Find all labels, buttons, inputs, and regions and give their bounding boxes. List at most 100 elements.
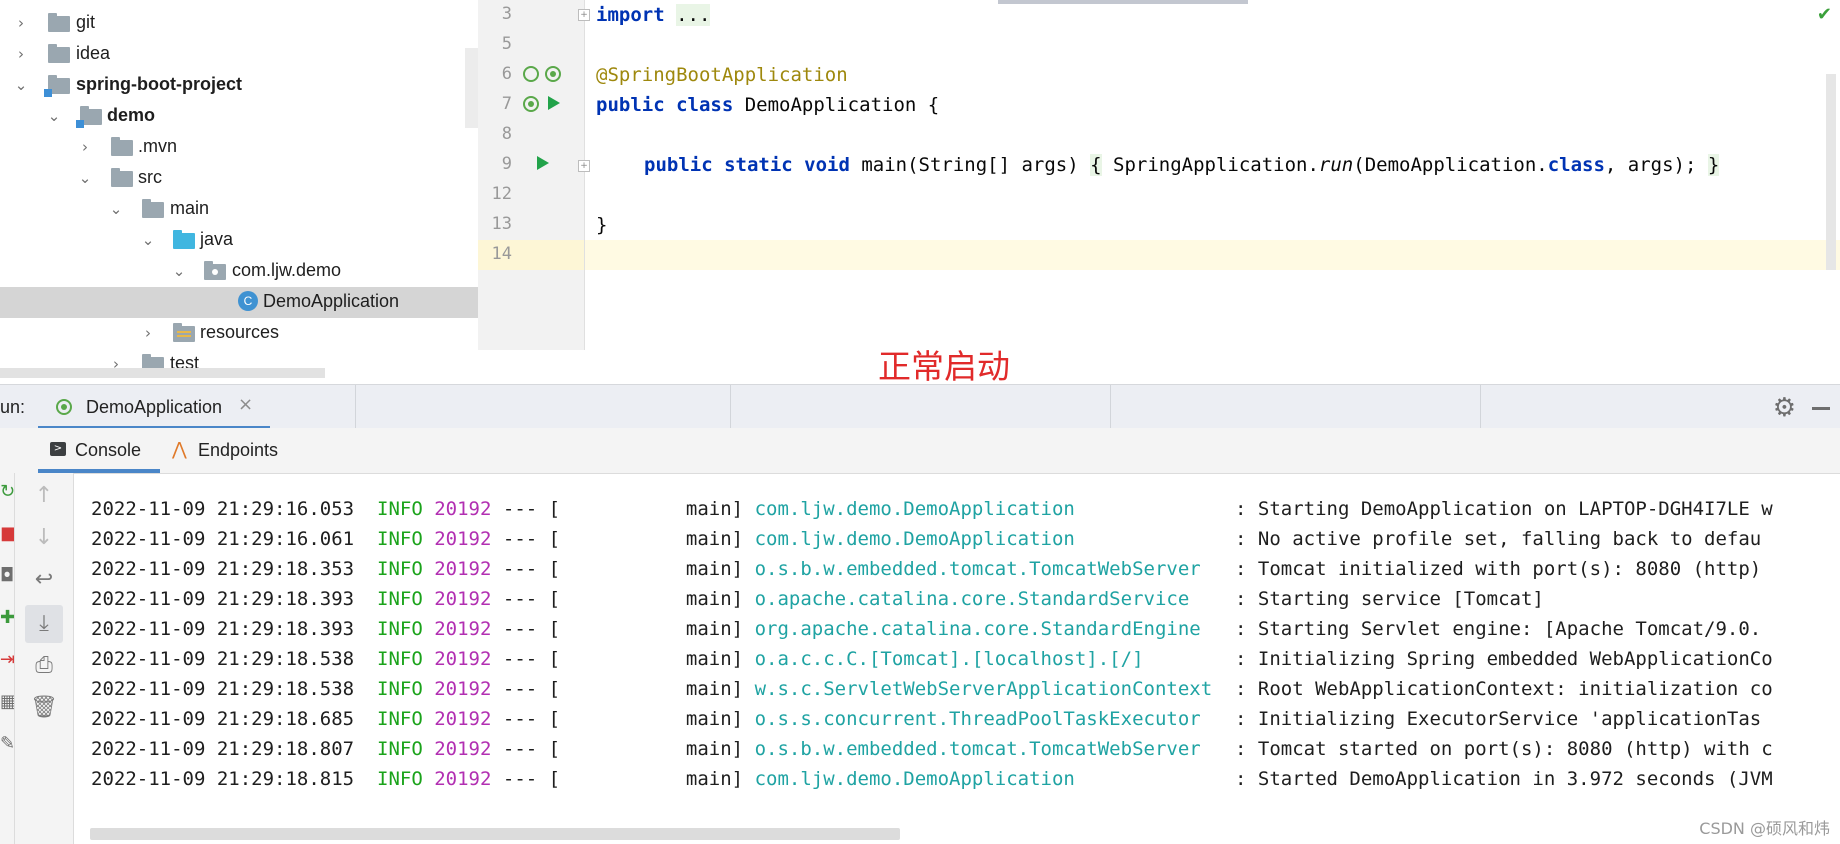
spring-bean-icon[interactable] bbox=[523, 66, 539, 82]
tree-item-demoapplication[interactable]: C DemoApplication bbox=[0, 287, 478, 318]
folder-icon bbox=[48, 13, 70, 32]
chevron-down-icon[interactable]: ⌄ bbox=[107, 199, 125, 219]
log-row: 2022-11-09 21:29:18.538 INFO 20192 --- [… bbox=[91, 678, 1773, 700]
close-icon[interactable]: × bbox=[238, 394, 253, 415]
chevron-right-icon[interactable]: › bbox=[12, 13, 30, 33]
log-row: 2022-11-09 21:29:18.393 INFO 20192 --- [… bbox=[91, 618, 1762, 640]
chevron-right-icon[interactable]: › bbox=[12, 44, 30, 64]
run-class-icon[interactable] bbox=[548, 96, 560, 110]
chevron-right-icon[interactable]: › bbox=[139, 323, 157, 343]
code-line-9: public static void main(String[] args) {… bbox=[644, 154, 1720, 176]
spring-bean-run-icon[interactable] bbox=[523, 96, 539, 112]
tree-item-mvn[interactable]: › .mvn bbox=[0, 132, 478, 163]
folder-icon bbox=[142, 199, 164, 218]
tree-item-package[interactable]: ⌄ com.ljw.demo bbox=[0, 256, 478, 287]
line-number: 13 bbox=[491, 214, 512, 234]
print-icon[interactable]: ⎙ bbox=[15, 653, 73, 678]
log-row: 2022-11-09 21:29:18.807 INFO 20192 --- [… bbox=[91, 738, 1773, 760]
scroll-to-end-icon[interactable]: ⤓ bbox=[25, 605, 63, 643]
log-row: 2022-11-09 21:29:18.685 INFO 20192 --- [… bbox=[91, 708, 1762, 730]
log-row: 2022-11-09 21:29:16.061 INFO 20192 --- [… bbox=[91, 528, 1762, 550]
tree-item-src[interactable]: ⌄ src bbox=[0, 163, 478, 194]
tree-item-java[interactable]: ⌄ java bbox=[0, 225, 478, 256]
folder-icon bbox=[48, 44, 70, 63]
log-row: 2022-11-09 21:29:18.815 INFO 20192 --- [… bbox=[91, 768, 1773, 790]
folded-imports[interactable]: ... bbox=[676, 4, 711, 26]
tree-item-demo[interactable]: ⌄ demo bbox=[0, 101, 478, 132]
code-line-3: import ... bbox=[596, 4, 711, 26]
line-number: 6 bbox=[501, 64, 512, 84]
tab-endpoints[interactable]: ⋀ Endpoints bbox=[168, 428, 298, 469]
run-actions-bar: ↻ ■ ◘ ✚ ⇥ ▦ ✎ bbox=[0, 473, 15, 844]
tree-item-main[interactable]: ⌄ main bbox=[0, 194, 478, 225]
code-line-6: @SpringBootApplication bbox=[596, 64, 848, 86]
watermark: CSDN @硕风和炜 bbox=[1699, 819, 1830, 838]
fold-icon[interactable]: + bbox=[578, 9, 590, 21]
console-horizontal-scrollbar[interactable] bbox=[90, 828, 900, 840]
console-icon: > bbox=[50, 442, 66, 456]
chevron-down-icon[interactable]: ⌄ bbox=[76, 168, 94, 188]
run-main-icon[interactable] bbox=[537, 156, 549, 170]
line-number: 8 bbox=[501, 124, 512, 144]
tree-item-spring-boot-project[interactable]: ⌄ spring-boot-project bbox=[0, 70, 478, 101]
source-folder-icon bbox=[173, 230, 195, 249]
soft-wrap-icon[interactable]: ↩ bbox=[15, 567, 73, 592]
inspection-ok-icon[interactable]: ✔ bbox=[1817, 4, 1832, 25]
exit-icon[interactable]: ⇥ bbox=[0, 649, 14, 670]
minimize-icon[interactable] bbox=[1812, 407, 1830, 410]
arrow-up-icon[interactable]: ↑ bbox=[15, 483, 73, 508]
arrow-down-icon[interactable]: ↓ bbox=[15, 525, 73, 550]
gear-icon[interactable]: ⚙ bbox=[1773, 393, 1796, 423]
tree-item-idea[interactable]: › idea bbox=[0, 39, 478, 70]
spring-config-icon[interactable] bbox=[545, 66, 561, 82]
camera-icon[interactable]: ◘ bbox=[0, 565, 14, 586]
log-row: 2022-11-09 21:29:16.053 INFO 20192 --- [… bbox=[91, 498, 1773, 520]
tree-horizontal-scrollbar[interactable] bbox=[0, 368, 325, 378]
endpoints-icon: ⋀ bbox=[172, 439, 187, 460]
log-row: 2022-11-09 21:29:18.393 INFO 20192 --- [… bbox=[91, 588, 1544, 610]
run-tool-window-header: un: DemoApplication × ⚙ bbox=[0, 384, 1840, 430]
run-label: un: bbox=[0, 397, 26, 417]
tree-item-resources[interactable]: › resources bbox=[0, 318, 478, 349]
code-line-7: public class DemoApplication { bbox=[596, 94, 940, 116]
log-row: 2022-11-09 21:29:18.538 INFO 20192 --- [… bbox=[91, 648, 1773, 670]
stop-icon[interactable]: ■ bbox=[0, 523, 14, 544]
folder-icon bbox=[111, 168, 133, 187]
run-sub-tabs: > Console ⋀ Endpoints bbox=[0, 428, 1840, 474]
console-toolbar: ↑ ↓ ↩ ⤓ ⎙ 🗑 bbox=[15, 473, 74, 844]
fold-icon[interactable]: + bbox=[578, 160, 590, 172]
tree-item-git[interactable]: › git bbox=[0, 8, 478, 39]
rerun-icon[interactable]: ↻ bbox=[0, 481, 14, 502]
current-line-highlight bbox=[585, 240, 1840, 270]
tab-console[interactable]: > Console bbox=[38, 428, 160, 473]
chevron-down-icon[interactable]: ⌄ bbox=[12, 75, 30, 95]
annotation-label: 正常启动 bbox=[878, 347, 1010, 386]
editor-vertical-scrollbar[interactable] bbox=[1826, 74, 1836, 270]
console-output[interactable]: 2022-11-09 21:29:16.053 INFO 20192 --- [… bbox=[74, 474, 1840, 844]
spring-run-icon bbox=[56, 399, 72, 415]
line-number: 9 bbox=[501, 154, 512, 174]
chevron-down-icon[interactable]: ⌄ bbox=[170, 261, 188, 281]
line-number: 14 bbox=[491, 244, 512, 264]
code-editor[interactable]: ✔ 3 5 6 7 8 9 12 13 14 + + import ... @S… bbox=[478, 0, 1840, 350]
pin-icon[interactable]: ✎ bbox=[0, 733, 14, 754]
run-tab-demoapplication[interactable]: DemoApplication × bbox=[38, 385, 270, 430]
line-number: 7 bbox=[501, 94, 512, 114]
layout-icon[interactable]: ▦ bbox=[0, 691, 14, 712]
editor-scroll-indicator bbox=[998, 0, 1248, 4]
folder-icon bbox=[111, 137, 133, 156]
project-tree: › git › idea ⌄ spring-boot-project ⌄ dem… bbox=[0, 0, 478, 384]
restore-layout-icon[interactable]: ✚ bbox=[0, 607, 14, 628]
line-number: 12 bbox=[491, 184, 512, 204]
module-folder-icon bbox=[44, 75, 70, 97]
chevron-down-icon[interactable]: ⌄ bbox=[139, 230, 157, 250]
chevron-down-icon[interactable]: ⌄ bbox=[45, 106, 63, 126]
code-line-13: } bbox=[596, 214, 608, 236]
trash-icon[interactable]: 🗑 bbox=[15, 695, 73, 720]
line-number: 5 bbox=[501, 34, 512, 54]
resources-folder-icon bbox=[173, 323, 195, 342]
log-row: 2022-11-09 21:29:18.353 INFO 20192 --- [… bbox=[91, 558, 1762, 580]
line-number: 3 bbox=[501, 4, 512, 24]
chevron-right-icon[interactable]: › bbox=[76, 137, 94, 157]
tree-vertical-scrollbar[interactable] bbox=[465, 48, 478, 128]
